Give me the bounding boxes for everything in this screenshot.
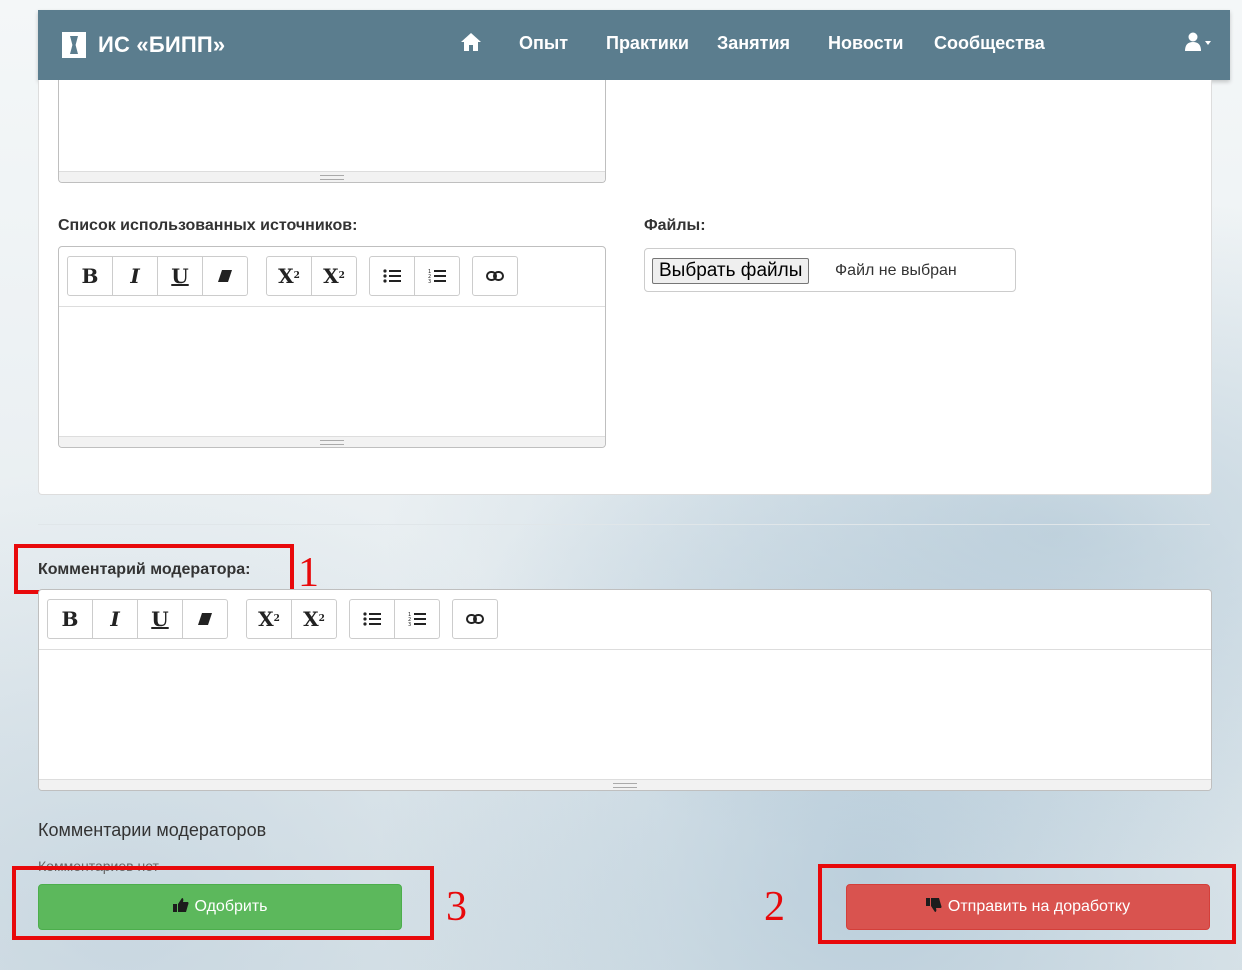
format-group: B I U bbox=[47, 599, 228, 639]
bold-button[interactable]: B bbox=[67, 256, 113, 296]
moderator-comment-editor[interactable]: B I U X2 X2 123 bbox=[38, 589, 1212, 791]
annotation-number-2: 2 bbox=[764, 884, 785, 930]
unordered-list-icon[interactable] bbox=[369, 256, 415, 296]
home-icon[interactable] bbox=[460, 32, 482, 58]
svg-text:3: 3 bbox=[408, 622, 411, 627]
link-group bbox=[472, 256, 518, 296]
script-group: X2 X2 bbox=[246, 599, 337, 639]
annotation-box-2 bbox=[818, 864, 1236, 944]
editor-toolbar: B I U X2 X2 123 bbox=[59, 247, 605, 307]
sources-editor[interactable]: B I U X2 X2 123 bbox=[58, 246, 606, 448]
superscript-button[interactable]: X2 bbox=[246, 599, 292, 639]
logo-icon bbox=[62, 32, 86, 58]
italic-button[interactable]: I bbox=[112, 256, 158, 296]
svg-text:3: 3 bbox=[428, 279, 431, 284]
annotation-box-1 bbox=[14, 544, 294, 594]
link-icon[interactable] bbox=[452, 599, 498, 639]
link-group bbox=[452, 599, 498, 639]
resize-handle[interactable] bbox=[59, 436, 605, 447]
top-navbar: ИС «БИПП» Опыт Практики Занятия Новости … bbox=[38, 10, 1230, 80]
ordered-list-icon[interactable]: 123 bbox=[414, 256, 460, 296]
choose-files-button[interactable]: Выбрать файлы bbox=[652, 258, 810, 284]
resize-handle[interactable] bbox=[39, 779, 1211, 790]
eraser-icon[interactable] bbox=[182, 599, 228, 639]
italic-button[interactable]: I bbox=[92, 599, 138, 639]
previous-field-editor[interactable] bbox=[58, 80, 606, 183]
annotation-box-3 bbox=[12, 866, 434, 940]
editor-toolbar: B I U X2 X2 123 bbox=[39, 590, 1211, 650]
brand[interactable]: ИС «БИПП» bbox=[62, 32, 225, 58]
nav-link-soobshchestva[interactable]: Сообщества bbox=[934, 33, 1045, 54]
user-dropdown-icon[interactable] bbox=[1184, 32, 1214, 57]
resize-handle[interactable] bbox=[59, 171, 605, 182]
superscript-label: X bbox=[278, 264, 294, 288]
nav-link-opyt[interactable]: Опыт bbox=[519, 33, 568, 54]
eraser-icon[interactable] bbox=[202, 256, 248, 296]
moderator-comments-title: Комментарии модераторов bbox=[38, 820, 267, 840]
superscript-button[interactable]: X2 bbox=[266, 256, 312, 296]
format-group: B I U bbox=[67, 256, 248, 296]
subscript-label: X bbox=[323, 264, 339, 288]
subscript-label: X bbox=[303, 607, 319, 631]
nav-link-novosti[interactable]: Новости bbox=[828, 33, 903, 54]
list-group: 123 bbox=[349, 599, 440, 639]
file-status: Файл не выбран bbox=[835, 262, 957, 279]
underline-button[interactable]: U bbox=[137, 599, 183, 639]
link-icon[interactable] bbox=[472, 256, 518, 296]
subscript-button[interactable]: X2 bbox=[291, 599, 337, 639]
unordered-list-icon[interactable] bbox=[349, 599, 395, 639]
underline-button[interactable]: U bbox=[157, 256, 203, 296]
script-group: X2 X2 bbox=[266, 256, 357, 296]
list-group: 123 bbox=[369, 256, 460, 296]
superscript-label: X bbox=[258, 607, 274, 631]
annotation-number-3: 3 bbox=[446, 884, 467, 930]
file-input[interactable]: Выбрать файлы Файл не выбран bbox=[644, 248, 1016, 292]
sources-label: Список использованных источников: bbox=[58, 217, 358, 234]
subscript-button[interactable]: X2 bbox=[311, 256, 357, 296]
bold-button[interactable]: B bbox=[47, 599, 93, 639]
divider bbox=[38, 524, 1210, 525]
ordered-list-icon[interactable]: 123 bbox=[394, 599, 440, 639]
brand-name: ИС «БИПП» bbox=[98, 32, 226, 57]
nav-link-praktiki[interactable]: Практики bbox=[606, 33, 689, 54]
annotation-number-1: 1 bbox=[298, 550, 319, 596]
files-label: Файлы: bbox=[644, 217, 706, 234]
nav-link-zanyatiya[interactable]: Занятия bbox=[717, 33, 790, 54]
